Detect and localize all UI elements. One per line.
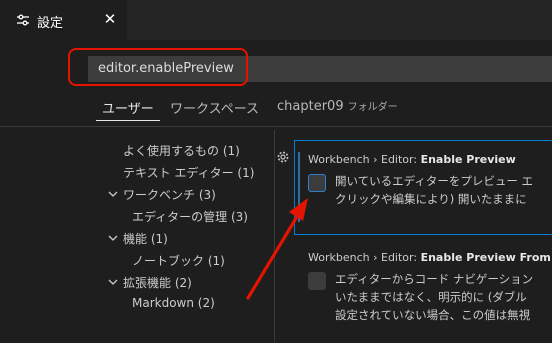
setting-description-line: 開いているエディターをプレビュー エ [335,174,534,188]
chevron-down-icon[interactable] [108,277,118,287]
toc-item-workbench[interactable]: ワークベンチ (3) [123,186,216,203]
chevron-down-icon[interactable] [108,233,118,243]
search-highlight-annotation [68,48,248,86]
toc-item-extensions[interactable]: 拡張機能 (2) [123,274,192,291]
enable-preview-checkbox[interactable] [308,174,326,192]
close-icon[interactable]: ✕ [100,9,120,29]
panel-divider [274,130,275,343]
toc-item-features[interactable]: 機能 (1) [123,230,168,247]
scope-folder-label: chapter09 [277,99,344,114]
scope-tab-workspace[interactable]: ワークスペース [170,98,259,117]
toc-item-editor-management[interactable]: エディターの管理 (3) [132,208,248,225]
setting-description-line: クリックや編集により) 開いたままに [335,192,527,206]
setting-description-line: いたままではなく、明示的に (ダブル [335,290,527,304]
setting-category: Workbench › Editor: [308,251,421,264]
scope-tab-folder[interactable]: chapter09 フォルダー [277,98,398,114]
toc-item-text-editor[interactable]: テキスト エディター (1) [123,164,254,181]
scope-tab-user[interactable]: ユーザー [102,98,154,117]
gear-icon[interactable] [276,150,290,164]
enable-preview-from-quick-open-checkbox[interactable] [308,272,326,290]
setting-name: Enable Preview [420,153,516,166]
tab-settings[interactable]: 設定 ✕ [0,0,127,40]
divider [0,126,552,127]
tab-bar: 設定 ✕ [0,0,552,40]
setting-title: Workbench › Editor: Enable Preview From [308,251,551,264]
chevron-down-icon[interactable] [108,189,118,199]
setting-category: Workbench › Editor: [308,153,421,166]
settings-icon [17,14,29,26]
scope-folder-suffix: フォルダー [347,102,398,113]
tab-title: 設定 [37,16,64,31]
toc-item-notebook[interactable]: ノートブック (1) [132,252,225,269]
setting-description-line: エディターからコード ナビゲーション [335,272,534,286]
modified-indicator [298,152,300,222]
setting-description-line: 設定されていない場合、この値は無視 [335,308,531,322]
toc-item-markdown[interactable]: Markdown (2) [132,296,215,310]
setting-title: Workbench › Editor: Enable Preview [308,153,516,166]
toc-item-commonly-used[interactable]: よく使用するもの (1) [123,142,240,159]
setting-name: Enable Preview From [420,251,551,264]
active-scope-indicator [96,120,160,121]
